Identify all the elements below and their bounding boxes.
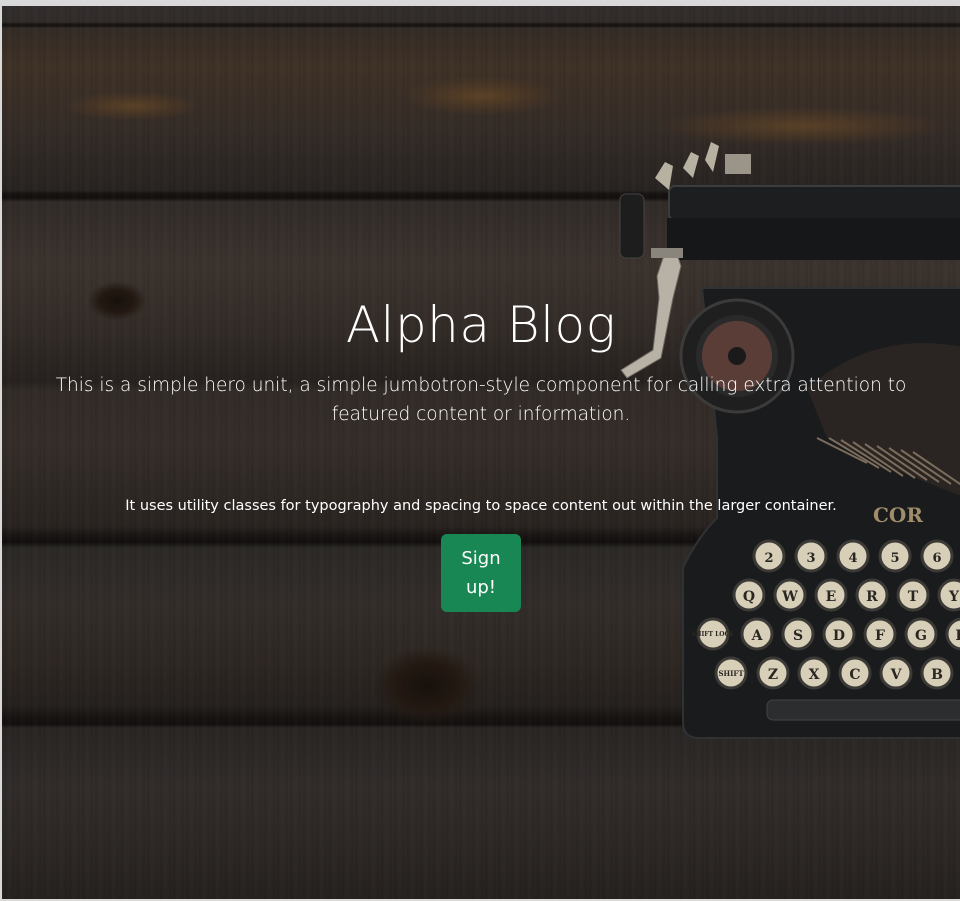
page-title: Alpha Blog bbox=[345, 296, 617, 354]
hero-subtext: It uses utility classes for typography a… bbox=[125, 498, 837, 514]
hero-lead-text: This is a simple hero unit, a simple jum… bbox=[55, 375, 907, 425]
hero-section: COR 2 3 4 5 6 Q W E R T Y SHIFT LOCK A S… bbox=[2, 6, 960, 899]
sign-up-button[interactable]: Sign up! bbox=[441, 534, 521, 612]
hero-content: Alpha Blog This is a simple hero unit, a… bbox=[2, 6, 960, 899]
